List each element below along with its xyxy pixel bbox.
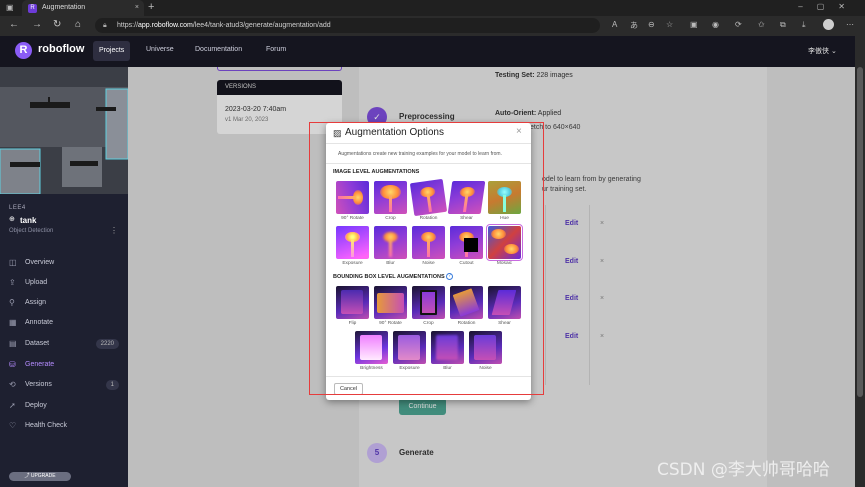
url-host: app.roboflow.com <box>138 22 193 29</box>
sidebar-item-upload[interactable]: ⇪ Upload <box>9 276 119 290</box>
sidebar-item-label: Health Check <box>25 422 68 429</box>
project-type: Object Detection <box>9 228 54 234</box>
watermark: CSDN @李大帅哥哈哈 <box>657 460 830 480</box>
sidebar-item-label: Annotate <box>25 319 54 326</box>
extension-icon[interactable]: ▣ <box>690 20 698 29</box>
deploy-icon: ➚ <box>9 401 16 410</box>
sidebar-item-deploy[interactable]: ➚ Deploy <box>9 399 119 413</box>
window-controls[interactable]: –▢✕ <box>798 2 859 11</box>
roboflow-logo-icon[interactable]: R <box>15 42 32 59</box>
versions-icon: ⟲ <box>9 380 16 389</box>
health-check-icon: ♡ <box>9 421 17 430</box>
user-menu[interactable]: 李傲侠 ⌄ <box>808 46 837 56</box>
sidebar-item-health-check[interactable]: ♡ Health Check <box>9 419 119 433</box>
sidebar-item-label: Assign <box>25 299 47 306</box>
tab-title: Augmentation <box>42 4 86 11</box>
url-scheme: https:// <box>117 22 139 29</box>
project-workspace: LEE4 <box>9 205 26 211</box>
annotate-icon: ▦ <box>9 318 17 327</box>
zoom-icon[interactable]: ⊖ <box>648 20 655 29</box>
collections-icon[interactable]: ⧉ <box>780 20 786 30</box>
upgrade-button[interactable]: ⤴ UPGRADE <box>9 472 71 481</box>
profile-avatar[interactable] <box>823 19 834 30</box>
favorite-icon[interactable]: ☆ <box>666 20 673 29</box>
scrollbar-thumb[interactable] <box>857 67 863 397</box>
nav-documentation[interactable]: Documentation <box>195 46 242 53</box>
sidebar-item-label: Dataset <box>25 340 50 347</box>
sidebar-item-overview[interactable]: ◫ Overview <box>9 256 119 270</box>
url-path: /lee4/tank-atud3/generate/augmentation/a… <box>192 22 331 29</box>
nav-forum[interactable]: Forum <box>266 46 286 53</box>
tab-actions-icon[interactable]: ▣ <box>6 3 14 12</box>
project-name: tank <box>20 216 37 225</box>
refresh-icon[interactable]: ↻ <box>53 19 61 30</box>
project-thumbnail <box>0 67 128 194</box>
favorites-icon[interactable]: ✩ <box>758 20 765 29</box>
dataset-icon: ▤ <box>9 339 17 348</box>
browser-tab[interactable]: R Augmentation × <box>22 0 144 16</box>
sidebar-item-label: Deploy <box>25 402 47 409</box>
shield-icon[interactable]: ◉ <box>712 20 719 29</box>
annotation-highlight-box <box>309 122 544 395</box>
project-type-icon: ⊕ <box>9 216 15 223</box>
home-icon[interactable]: ⌂ <box>75 19 81 30</box>
sidebar-item-assign[interactable]: ⚲ Assign <box>9 296 119 310</box>
versions-count-badge: 1 <box>105 380 119 390</box>
forward-icon[interactable]: → <box>32 19 42 30</box>
dataset-count-badge: 2220 <box>95 339 119 349</box>
new-tab-button[interactable]: + <box>148 1 154 13</box>
back-icon[interactable]: ← <box>9 19 19 30</box>
more-icon[interactable]: ⋯ <box>846 20 854 29</box>
roboflow-favicon-icon: R <box>28 4 37 13</box>
url-input[interactable]: 🔒︎ https://app.roboflow.com/lee4/tank-atu… <box>95 18 600 33</box>
sidebar-item-label: Upload <box>25 279 48 286</box>
sidebar-item-annotate[interactable]: ▦ Annotate <box>9 316 119 330</box>
sidebar-item-label: Overview <box>25 259 55 266</box>
nav-universe[interactable]: Universe <box>146 46 174 53</box>
refresh-ext-icon[interactable]: ⟳ <box>735 20 742 29</box>
sidebar-item-label: Versions <box>25 381 52 388</box>
sidebar-item-label: Generate <box>25 361 55 368</box>
assign-icon: ⚲ <box>9 298 15 307</box>
tab-close-icon[interactable]: × <box>135 0 139 16</box>
sidebar-item-generate[interactable]: ⛁ Generate <box>9 358 119 372</box>
project-menu-icon[interactable]: ⋮ <box>110 226 118 235</box>
nav-projects[interactable]: Projects <box>93 41 131 61</box>
lock-icon: 🔒︎ <box>103 22 107 29</box>
generate-icon: ⛁ <box>9 360 16 369</box>
downloads-icon[interactable]: ⤓ <box>802 20 806 30</box>
sidebar-item-dataset[interactable]: ▤ Dataset 2220 <box>9 337 119 351</box>
upload-icon: ⇪ <box>9 278 16 287</box>
overview-icon: ◫ <box>9 258 17 267</box>
brand-name[interactable]: roboflow <box>38 43 84 55</box>
sidebar-item-versions[interactable]: ⟲ Versions 1 <box>9 378 119 392</box>
translate-icon[interactable]: あ <box>630 20 638 31</box>
read-aloud-icon[interactable]: A <box>612 20 617 29</box>
